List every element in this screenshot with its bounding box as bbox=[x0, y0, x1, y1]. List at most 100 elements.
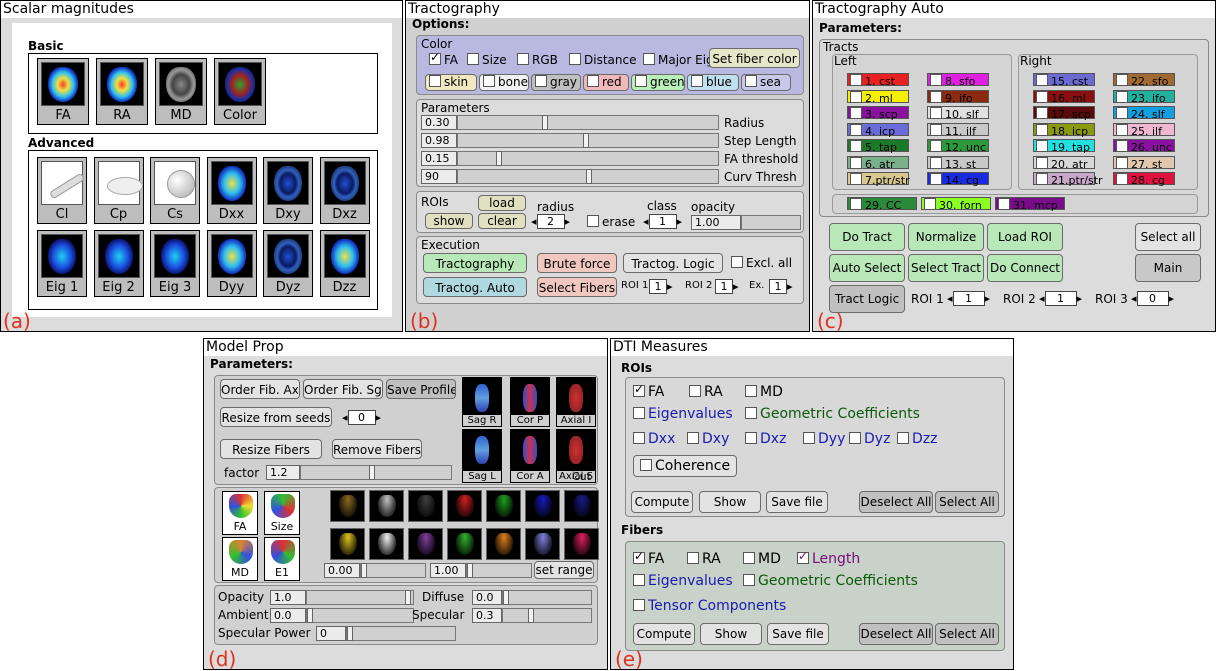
tract-3-scp[interactable]: 3. scp bbox=[847, 106, 909, 121]
fiber-length-option[interactable]: Length bbox=[797, 549, 860, 567]
curv-thresh-field[interactable]: 90 bbox=[421, 169, 457, 184]
remove-fibers-button[interactable]: Remove Fibers bbox=[332, 439, 422, 459]
color-opt-major-eig[interactable]: Major Eig bbox=[643, 53, 714, 67]
seeds-spinner[interactable]: ◂ 0 ▸ bbox=[342, 410, 381, 425]
roi-eigenvalues-option[interactable]: Eigenvalues bbox=[633, 406, 733, 422]
range-max-slider[interactable] bbox=[466, 563, 532, 578]
specular-power-slider[interactable] bbox=[346, 626, 456, 641]
tract-25-ilf[interactable]: 25. ilf bbox=[1113, 122, 1175, 137]
swatch-sea[interactable]: sea bbox=[741, 74, 791, 91]
fiber-save-file-button[interactable]: Save file bbox=[767, 623, 829, 645]
tract-15-cst[interactable]: 15. cst bbox=[1033, 73, 1095, 88]
roi-dzz-checkbox[interactable] bbox=[897, 432, 909, 444]
specular-slider[interactable] bbox=[502, 608, 592, 623]
tract-1-cst[interactable]: 1. cst bbox=[847, 73, 909, 88]
colormap-e1-thumbnail[interactable]: E1 bbox=[264, 537, 300, 581]
tract-8-sfo[interactable]: 8. sfo bbox=[927, 73, 989, 88]
tract-16-ml[interactable]: 16. ml bbox=[1033, 89, 1095, 104]
fiber-md-option[interactable]: MD bbox=[743, 551, 781, 567]
tract-21-ptr-str[interactable]: 21.ptr/str bbox=[1033, 172, 1103, 187]
tract-checkbox[interactable] bbox=[850, 173, 862, 185]
map-thumbnail-dzz[interactable]: Dzz bbox=[319, 230, 370, 297]
fiber-compute-button[interactable]: Compute bbox=[633, 623, 695, 645]
ambient-field[interactable]: 0.0 bbox=[270, 608, 306, 623]
map-thumbnail-eig-2[interactable]: Eig 2 bbox=[93, 230, 144, 297]
save-profile-button[interactable]: Save Profile bbox=[386, 379, 456, 399]
tract-22-sfo[interactable]: 22. sfo bbox=[1113, 73, 1175, 88]
tract-checkbox[interactable] bbox=[930, 123, 942, 136]
tract-11-ilf[interactable]: 11. ilf bbox=[927, 122, 989, 137]
view-sag-l-thumbnail[interactable]: Sag L bbox=[462, 429, 502, 483]
tract-checkbox[interactable] bbox=[930, 107, 942, 119]
tract-checkbox[interactable] bbox=[850, 123, 862, 136]
swatch-checkbox[interactable] bbox=[745, 75, 757, 87]
roi-dxz-option[interactable]: Dxz bbox=[745, 431, 786, 447]
roi-dxx-option[interactable]: Dxx bbox=[633, 431, 675, 447]
ambient-slider[interactable] bbox=[306, 608, 414, 623]
auto-roi2-spinner[interactable]: ◂ 1 ▸ bbox=[1039, 291, 1082, 306]
swatch-checkbox[interactable] bbox=[483, 75, 495, 87]
tract-checkbox[interactable] bbox=[930, 156, 942, 169]
swatch-gray[interactable]: gray bbox=[531, 74, 581, 91]
swatch-red[interactable]: red bbox=[583, 74, 629, 91]
roi-save-file-button[interactable]: Save file bbox=[766, 491, 828, 513]
fiber-deselect-all-button[interactable]: Deselect All bbox=[859, 623, 933, 645]
map-thumbnail-dyy[interactable]: Dyy bbox=[206, 230, 257, 297]
diffuse-field[interactable]: 0.0 bbox=[472, 590, 502, 605]
roi-select-all-button[interactable]: Select All bbox=[935, 491, 999, 513]
resize-from-seeds-button[interactable]: Resize from seeds bbox=[220, 407, 332, 427]
excl-all-option[interactable]: Excl. all bbox=[731, 256, 792, 270]
set-fiber-color-button[interactable]: Set fiber color bbox=[709, 48, 800, 68]
erase-option[interactable]: erase bbox=[587, 215, 635, 229]
factor-slider[interactable] bbox=[300, 465, 452, 480]
roi-dzz-option[interactable]: Dzz bbox=[897, 431, 937, 447]
palette-swatch[interactable] bbox=[486, 528, 521, 560]
ex-spinner[interactable]: 1 ▸ bbox=[769, 279, 793, 294]
auto-roi3-spinner[interactable]: ◂ 0 ▸ bbox=[1131, 291, 1174, 306]
tract-checkbox[interactable] bbox=[1036, 74, 1048, 86]
tract-24-slf[interactable]: 24. slf bbox=[1113, 106, 1175, 121]
tract-checkbox[interactable] bbox=[930, 140, 942, 152]
distance-checkbox[interactable] bbox=[569, 53, 581, 65]
coherence-toggle[interactable]: Coherence bbox=[633, 455, 737, 477]
specular-field[interactable]: 0.3 bbox=[472, 608, 502, 623]
fa-threshold-slider[interactable] bbox=[457, 151, 719, 166]
swatch-checkbox[interactable] bbox=[429, 75, 441, 87]
range-max-field[interactable]: 1.00 bbox=[430, 563, 466, 578]
view-axial-i-thumbnail[interactable]: Axial I bbox=[556, 377, 596, 427]
tractog-logic-button[interactable]: Tractog. Logic bbox=[623, 253, 723, 273]
tract-checkbox[interactable] bbox=[1116, 140, 1128, 152]
fiber-geometric-option[interactable]: Geometric Coefficients bbox=[743, 573, 918, 589]
fiber-select-all-button[interactable]: Select All bbox=[935, 623, 999, 645]
tract-13-st[interactable]: 13. st bbox=[927, 155, 989, 170]
palette-swatch[interactable] bbox=[564, 490, 599, 522]
tract-5-tap[interactable]: 5. tap bbox=[847, 139, 909, 154]
fiber-ra-option[interactable]: RA bbox=[687, 551, 721, 567]
roi-dyy-option[interactable]: Dyy bbox=[803, 431, 845, 447]
swatch-checkbox[interactable] bbox=[635, 75, 647, 87]
specular-thumb[interactable] bbox=[528, 608, 534, 623]
tract-2-ml[interactable]: 2. ml bbox=[847, 89, 909, 104]
roi-show-button[interactable]: show bbox=[425, 213, 473, 229]
fiber-tensor-option[interactable]: Tensor Components bbox=[633, 598, 786, 614]
tract-10-slf[interactable]: 10. slf bbox=[927, 106, 989, 121]
map-thumbnail-cl[interactable]: Cl bbox=[37, 157, 87, 224]
roi-geometric-checkbox[interactable] bbox=[745, 407, 757, 419]
swatch-checkbox[interactable] bbox=[535, 75, 547, 87]
tractography-button[interactable]: Tractography bbox=[423, 253, 527, 273]
specular-power-field[interactable]: 0 bbox=[316, 626, 346, 641]
palette-swatch[interactable] bbox=[564, 528, 599, 560]
specular-power-thumb[interactable] bbox=[347, 626, 353, 641]
tract-checkbox[interactable] bbox=[1116, 173, 1128, 185]
roi-load-button[interactable]: load bbox=[478, 195, 526, 211]
step-length-slider[interactable] bbox=[457, 133, 719, 148]
roi-md-checkbox[interactable] bbox=[745, 385, 757, 397]
normalize-button[interactable]: Normalize bbox=[908, 223, 984, 251]
tract-checkbox[interactable] bbox=[930, 173, 942, 185]
palette-swatch[interactable] bbox=[330, 528, 365, 560]
tract-checkbox[interactable] bbox=[850, 90, 862, 103]
tract-checkbox[interactable] bbox=[930, 74, 942, 86]
palette-swatch[interactable] bbox=[369, 490, 404, 522]
class-spinner[interactable]: ◂ 1 ▸ bbox=[643, 214, 682, 229]
roi-ra-checkbox[interactable] bbox=[689, 385, 701, 397]
